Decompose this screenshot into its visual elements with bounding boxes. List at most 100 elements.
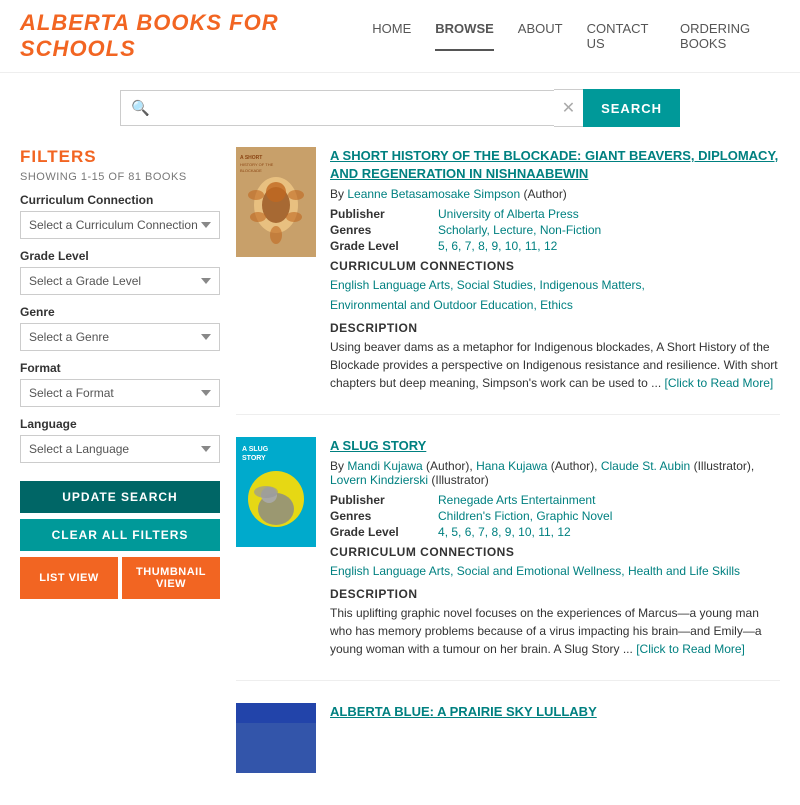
filter-language-select[interactable]: Select a Language: [20, 435, 220, 463]
description-text: This uplifting graphic novel focuses on …: [330, 604, 780, 658]
site-title: ALBERTA BOOKS FOR SCHOOLS: [20, 10, 372, 62]
thumbnail-view-button[interactable]: THUMBNAIL VIEW: [122, 557, 220, 599]
filter-format-select[interactable]: Select a Format: [20, 379, 220, 407]
description-head: DESCRIPTION: [330, 587, 780, 601]
author-claude[interactable]: Claude St. Aubin: [601, 459, 690, 473]
genres-value: Children's Fiction, Graphic Novel: [438, 509, 780, 523]
book-cover: A SLUG STORY: [236, 437, 316, 658]
filter-curriculum-select[interactable]: Select a Curriculum Connection: [20, 211, 220, 239]
clear-filters-button[interactable]: CLEAR ALL FILTERS: [20, 519, 220, 551]
grade-9[interactable]: 9: [491, 239, 498, 253]
grade-5[interactable]: 5: [451, 525, 458, 539]
grade-7[interactable]: 7: [478, 525, 485, 539]
description-head: DESCRIPTION: [330, 321, 780, 335]
author-hana[interactable]: Hana Kujawa: [476, 459, 547, 473]
curriculum-links: English Language Arts, Social and Emotio…: [330, 562, 780, 581]
search-bar-area: 🔍 ✕ SEARCH: [0, 73, 800, 137]
filter-grade: Grade Level Select a Grade Level: [20, 249, 220, 295]
curr-ethics[interactable]: Ethics: [540, 298, 573, 312]
book-info: A SLUG STORY By Mandi Kujawa (Author), H…: [330, 437, 780, 658]
author-lovern[interactable]: Lovern Kindzierski: [330, 473, 428, 487]
grade-12[interactable]: 12: [544, 239, 557, 253]
curr-indigenous[interactable]: Indigenous Matters: [539, 278, 641, 292]
list-view-button[interactable]: LIST VIEW: [20, 557, 118, 599]
update-search-button[interactable]: UPDATE SEARCH: [20, 481, 220, 513]
book-cover-image: A SHORT HISTORY OF THE BLOCKADE: [236, 147, 316, 257]
curr-env[interactable]: Environmental and Outdoor Education: [330, 298, 533, 312]
search-clear-button[interactable]: ✕: [554, 89, 583, 127]
read-more-link[interactable]: [Click to Read More]: [636, 642, 745, 656]
curr-health[interactable]: Health and Life Skills: [628, 564, 740, 578]
grade-9[interactable]: 9: [505, 525, 512, 539]
grade-4[interactable]: 4: [438, 525, 445, 539]
book-cover: A SHORT HISTORY OF THE BLOCKADE: [236, 147, 316, 392]
genre-childrens[interactable]: Children's Fiction: [438, 509, 530, 523]
publisher-value: Renegade Arts Entertainment: [438, 493, 780, 507]
nav-ordering[interactable]: ORDERING BOOKS: [680, 21, 780, 51]
grade-label: Grade Level: [330, 239, 430, 253]
svg-text:A SHORT: A SHORT: [240, 155, 262, 161]
filter-genre-select[interactable]: Select a Genre: [20, 323, 220, 351]
genre-scholarly[interactable]: Scholarly: [438, 223, 486, 237]
grade-5[interactable]: 5: [438, 239, 445, 253]
filter-format-label: Format: [20, 361, 220, 375]
grade-10[interactable]: 10: [505, 239, 518, 253]
grade-value: 5, 6, 7, 8, 9, 10, 11, 12: [438, 239, 780, 253]
search-icon: 🔍: [131, 99, 150, 117]
curr-ela[interactable]: English Language Arts: [330, 278, 450, 292]
svg-text:HISTORY OF THE: HISTORY OF THE: [240, 162, 274, 167]
curr-social[interactable]: Social Studies: [457, 278, 533, 292]
search-input[interactable]: [156, 100, 544, 116]
grade-11[interactable]: 11: [538, 525, 550, 539]
book-cover-image: [236, 703, 316, 773]
search-bar: 🔍 ✕ SEARCH: [120, 89, 680, 127]
publisher-link[interactable]: University of Alberta Press: [438, 207, 579, 221]
filter-genre: Genre Select a Genre: [20, 305, 220, 351]
grade-12[interactable]: 12: [557, 525, 570, 539]
genres-label: Genres: [330, 509, 430, 523]
grade-6[interactable]: 6: [451, 239, 458, 253]
nav-home[interactable]: HOME: [372, 21, 411, 51]
filter-genre-label: Genre: [20, 305, 220, 319]
header: ALBERTA BOOKS FOR SCHOOLS HOME BROWSE AB…: [0, 0, 800, 73]
book-meta: Publisher Renegade Arts Entertainment Ge…: [330, 493, 780, 539]
grade-8[interactable]: 8: [478, 239, 485, 253]
book-cover-image: A SLUG STORY: [236, 437, 316, 547]
book-title[interactable]: ALBERTA BLUE: A PRAIRIE SKY LULLABY: [330, 703, 780, 721]
curr-ela[interactable]: English Language Arts: [330, 564, 450, 578]
search-button[interactable]: SEARCH: [583, 89, 680, 127]
book-author: By Mandi Kujawa (Author), Hana Kujawa (A…: [330, 459, 780, 487]
svg-text:A SLUG: A SLUG: [242, 446, 269, 453]
nav-contact[interactable]: CONTACT US: [587, 21, 656, 51]
grade-8[interactable]: 8: [491, 525, 498, 539]
genre-nonfiction[interactable]: Non-Fiction: [540, 223, 601, 237]
nav-about[interactable]: ABOUT: [518, 21, 563, 51]
read-more-link[interactable]: [Click to Read More]: [665, 376, 774, 390]
search-input-wrap: 🔍: [120, 90, 554, 126]
main-nav: HOME BROWSE ABOUT CONTACT US ORDERING BO…: [372, 21, 780, 51]
filter-curriculum-label: Curriculum Connection: [20, 193, 220, 207]
book-item: A SHORT HISTORY OF THE BLOCKADE A SHORT …: [236, 147, 780, 415]
genre-lecture[interactable]: Lecture: [493, 223, 533, 237]
grade-10[interactable]: 10: [518, 525, 531, 539]
book-title[interactable]: A SHORT HISTORY OF THE BLOCKADE: GIANT B…: [330, 147, 780, 183]
book-info: ALBERTA BLUE: A PRAIRIE SKY LULLABY: [330, 703, 780, 773]
author-link[interactable]: Leanne Betasamosake Simpson: [347, 187, 520, 201]
grade-6[interactable]: 6: [465, 525, 472, 539]
nav-browse[interactable]: BROWSE: [435, 21, 494, 51]
book-info: A SHORT HISTORY OF THE BLOCKADE: GIANT B…: [330, 147, 780, 392]
publisher-link[interactable]: Renegade Arts Entertainment: [438, 493, 595, 507]
filter-grade-select[interactable]: Select a Grade Level: [20, 267, 220, 295]
main-layout: FILTERS SHOWING 1-15 OF 81 BOOKS Curricu…: [0, 137, 800, 805]
book-title[interactable]: A SLUG STORY: [330, 437, 780, 455]
grade-7[interactable]: 7: [465, 239, 472, 253]
curriculum-head: CURRICULUM CONNECTIONS: [330, 259, 780, 273]
description-text: Using beaver dams as a metaphor for Indi…: [330, 338, 780, 392]
curr-social-emotional[interactable]: Social and Emotional Wellness: [457, 564, 622, 578]
author-mandi[interactable]: Mandi Kujawa: [347, 459, 422, 473]
grade-value: 4, 5, 6, 7, 8, 9, 10, 11, 12: [438, 525, 780, 539]
genres-value: Scholarly, Lecture, Non-Fiction: [438, 223, 780, 237]
filters-title: FILTERS: [20, 147, 220, 167]
genre-graphic[interactable]: Graphic Novel: [536, 509, 612, 523]
grade-11[interactable]: 11: [525, 239, 537, 253]
